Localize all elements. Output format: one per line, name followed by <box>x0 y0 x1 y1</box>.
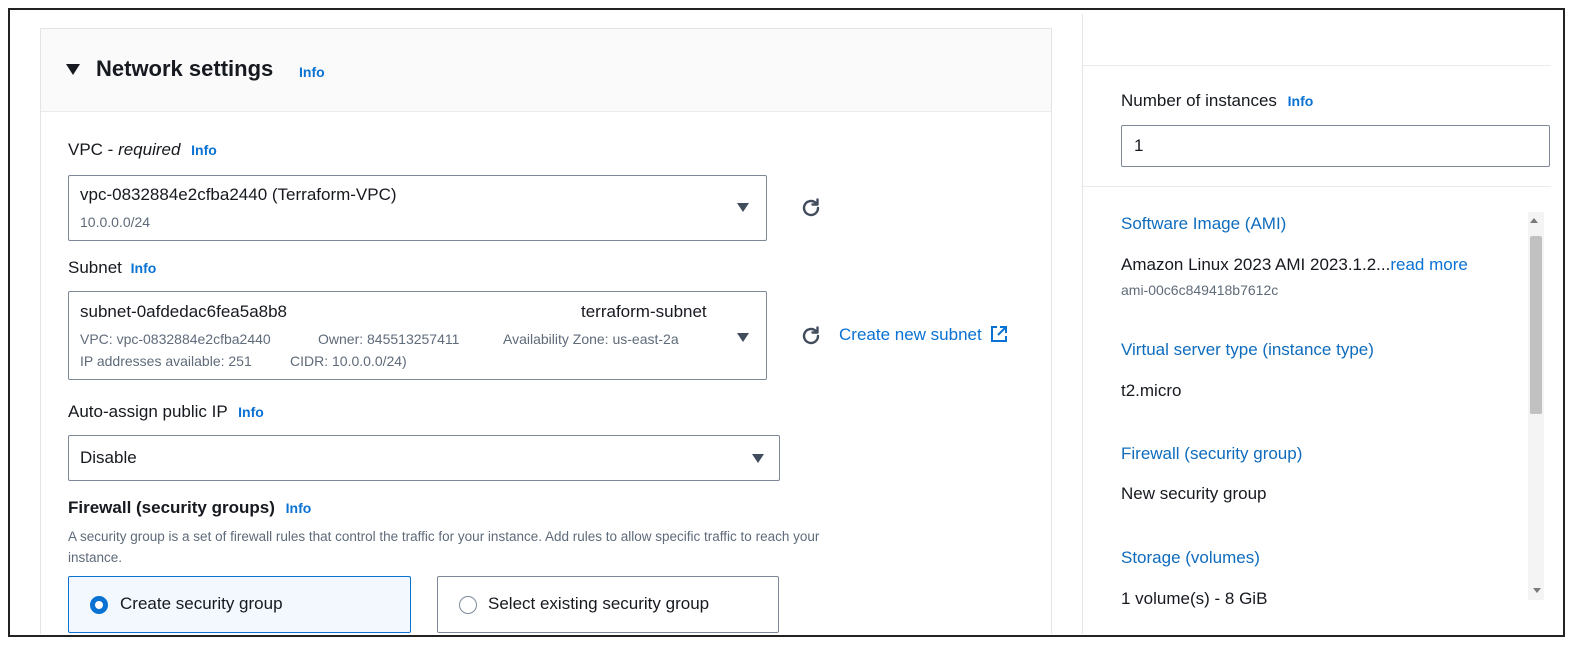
vpc-label: VPC - required Info <box>68 140 217 160</box>
subnet-vpc: VPC: vpc-0832884e2cfba2440 <box>80 331 271 347</box>
subnet-id: subnet-0afdedac6fea5a8b8 <box>80 302 288 321</box>
firewall-info-link[interactable]: Info <box>286 500 312 516</box>
scroll-down-icon[interactable] <box>1533 588 1541 593</box>
public-ip-info-link[interactable]: Info <box>238 404 264 420</box>
storage-value: 1 volume(s) - 8 GiB <box>1121 589 1268 608</box>
instances-label: Number of instances Info <box>1121 91 1313 111</box>
select-existing-security-group-option[interactable]: Select existing security group <box>437 576 779 633</box>
ami-value: Amazon Linux 2023 AMI 2023.1.2...read mo… <box>1121 255 1468 275</box>
summary-divider <box>1083 186 1551 187</box>
vpc-refresh-icon[interactable] <box>799 196 823 220</box>
subnet-info-link[interactable]: Info <box>131 260 157 276</box>
create-security-group-label: Create security group <box>120 594 283 613</box>
select-existing-security-group-label: Select existing security group <box>488 594 710 613</box>
instances-input[interactable]: 1 <box>1121 125 1550 167</box>
create-security-group-option[interactable]: Create security group <box>68 576 411 633</box>
subnet-ip-count: IP addresses available: 251 <box>80 353 252 369</box>
firewall-summary-value: New security group <box>1121 484 1267 503</box>
caret-down-icon[interactable] <box>66 64 80 75</box>
firewall-description-line1: A security group is a set of firewall ru… <box>68 529 820 544</box>
instances-label-text: Number of instances <box>1121 91 1277 110</box>
public-ip-select[interactable]: Disable <box>68 435 780 481</box>
ami-heading[interactable]: Software Image (AMI) <box>1121 214 1286 234</box>
subnet-cidr: CIDR: 10.0.0.0/24) <box>290 353 407 369</box>
subnet-select[interactable]: subnet-0afdedac6fea5a8b8 terraform-subne… <box>68 291 767 380</box>
dropdown-triangle-icon <box>737 203 749 212</box>
firewall-description-line2: instance. <box>68 550 123 565</box>
ami-name: Amazon Linux 2023 AMI 2023.1.2... <box>1121 255 1391 274</box>
instances-info-link[interactable]: Info <box>1288 93 1314 109</box>
subnet-availability-zone: Availability Zone: us-east-2a <box>503 331 679 347</box>
public-ip-label: Auto-assign public IP Info <box>68 402 264 422</box>
subnet-refresh-icon[interactable] <box>799 324 823 348</box>
subnet-label-text: Subnet <box>68 258 122 277</box>
storage-heading[interactable]: Storage (volumes) <box>1121 548 1260 568</box>
firewall-description: A security group is a set of firewall ru… <box>68 526 1028 568</box>
create-new-subnet-text[interactable]: Create new subnet <box>839 325 982 344</box>
create-new-subnet-link[interactable]: Create new subnet <box>839 325 1008 348</box>
summary-divider <box>1083 65 1551 66</box>
read-more-link[interactable]: read more <box>1390 255 1467 274</box>
instance-type-heading[interactable]: Virtual server type (instance type) <box>1121 340 1374 360</box>
vpc-cidr: 10.0.0.0/24 <box>80 214 151 230</box>
network-settings-info-link[interactable]: Info <box>299 64 325 80</box>
firewall-summary-heading[interactable]: Firewall (security group) <box>1121 444 1302 464</box>
network-settings-title[interactable]: Network settings <box>96 56 273 82</box>
external-link-icon <box>990 325 1008 348</box>
radio-selected-icon[interactable] <box>90 596 108 614</box>
vpc-info-link[interactable]: Info <box>191 142 217 158</box>
public-ip-label-text: Auto-assign public IP <box>68 402 228 421</box>
subnet-name: terraform-subnet <box>581 302 707 321</box>
subnet-label: Subnet Info <box>68 258 156 278</box>
public-ip-value: Disable <box>80 448 137 467</box>
scrollbar-thumb[interactable] <box>1530 236 1542 414</box>
dropdown-triangle-icon <box>752 454 764 463</box>
radio-unselected-icon[interactable] <box>459 596 477 614</box>
vpc-select-value: vpc-0832884e2cfba2440 (Terraform-VPC) <box>80 185 397 204</box>
dropdown-triangle-icon <box>737 333 749 342</box>
vpc-label-text: VPC - <box>68 140 119 159</box>
firewall-label: Firewall (security groups) Info <box>68 498 311 518</box>
vpc-select[interactable]: vpc-0832884e2cfba2440 (Terraform-VPC) 10… <box>68 175 767 241</box>
instances-value: 1 <box>1134 136 1144 155</box>
instance-type-value: t2.micro <box>1121 381 1182 400</box>
ami-id: ami-00c6c849418b7612c <box>1121 282 1279 298</box>
scroll-up-icon[interactable] <box>1530 218 1538 223</box>
firewall-label-text: Firewall (security groups) <box>68 498 275 517</box>
subnet-owner: Owner: 845513257411 <box>318 331 460 347</box>
vpc-required-text: required <box>118 140 181 159</box>
